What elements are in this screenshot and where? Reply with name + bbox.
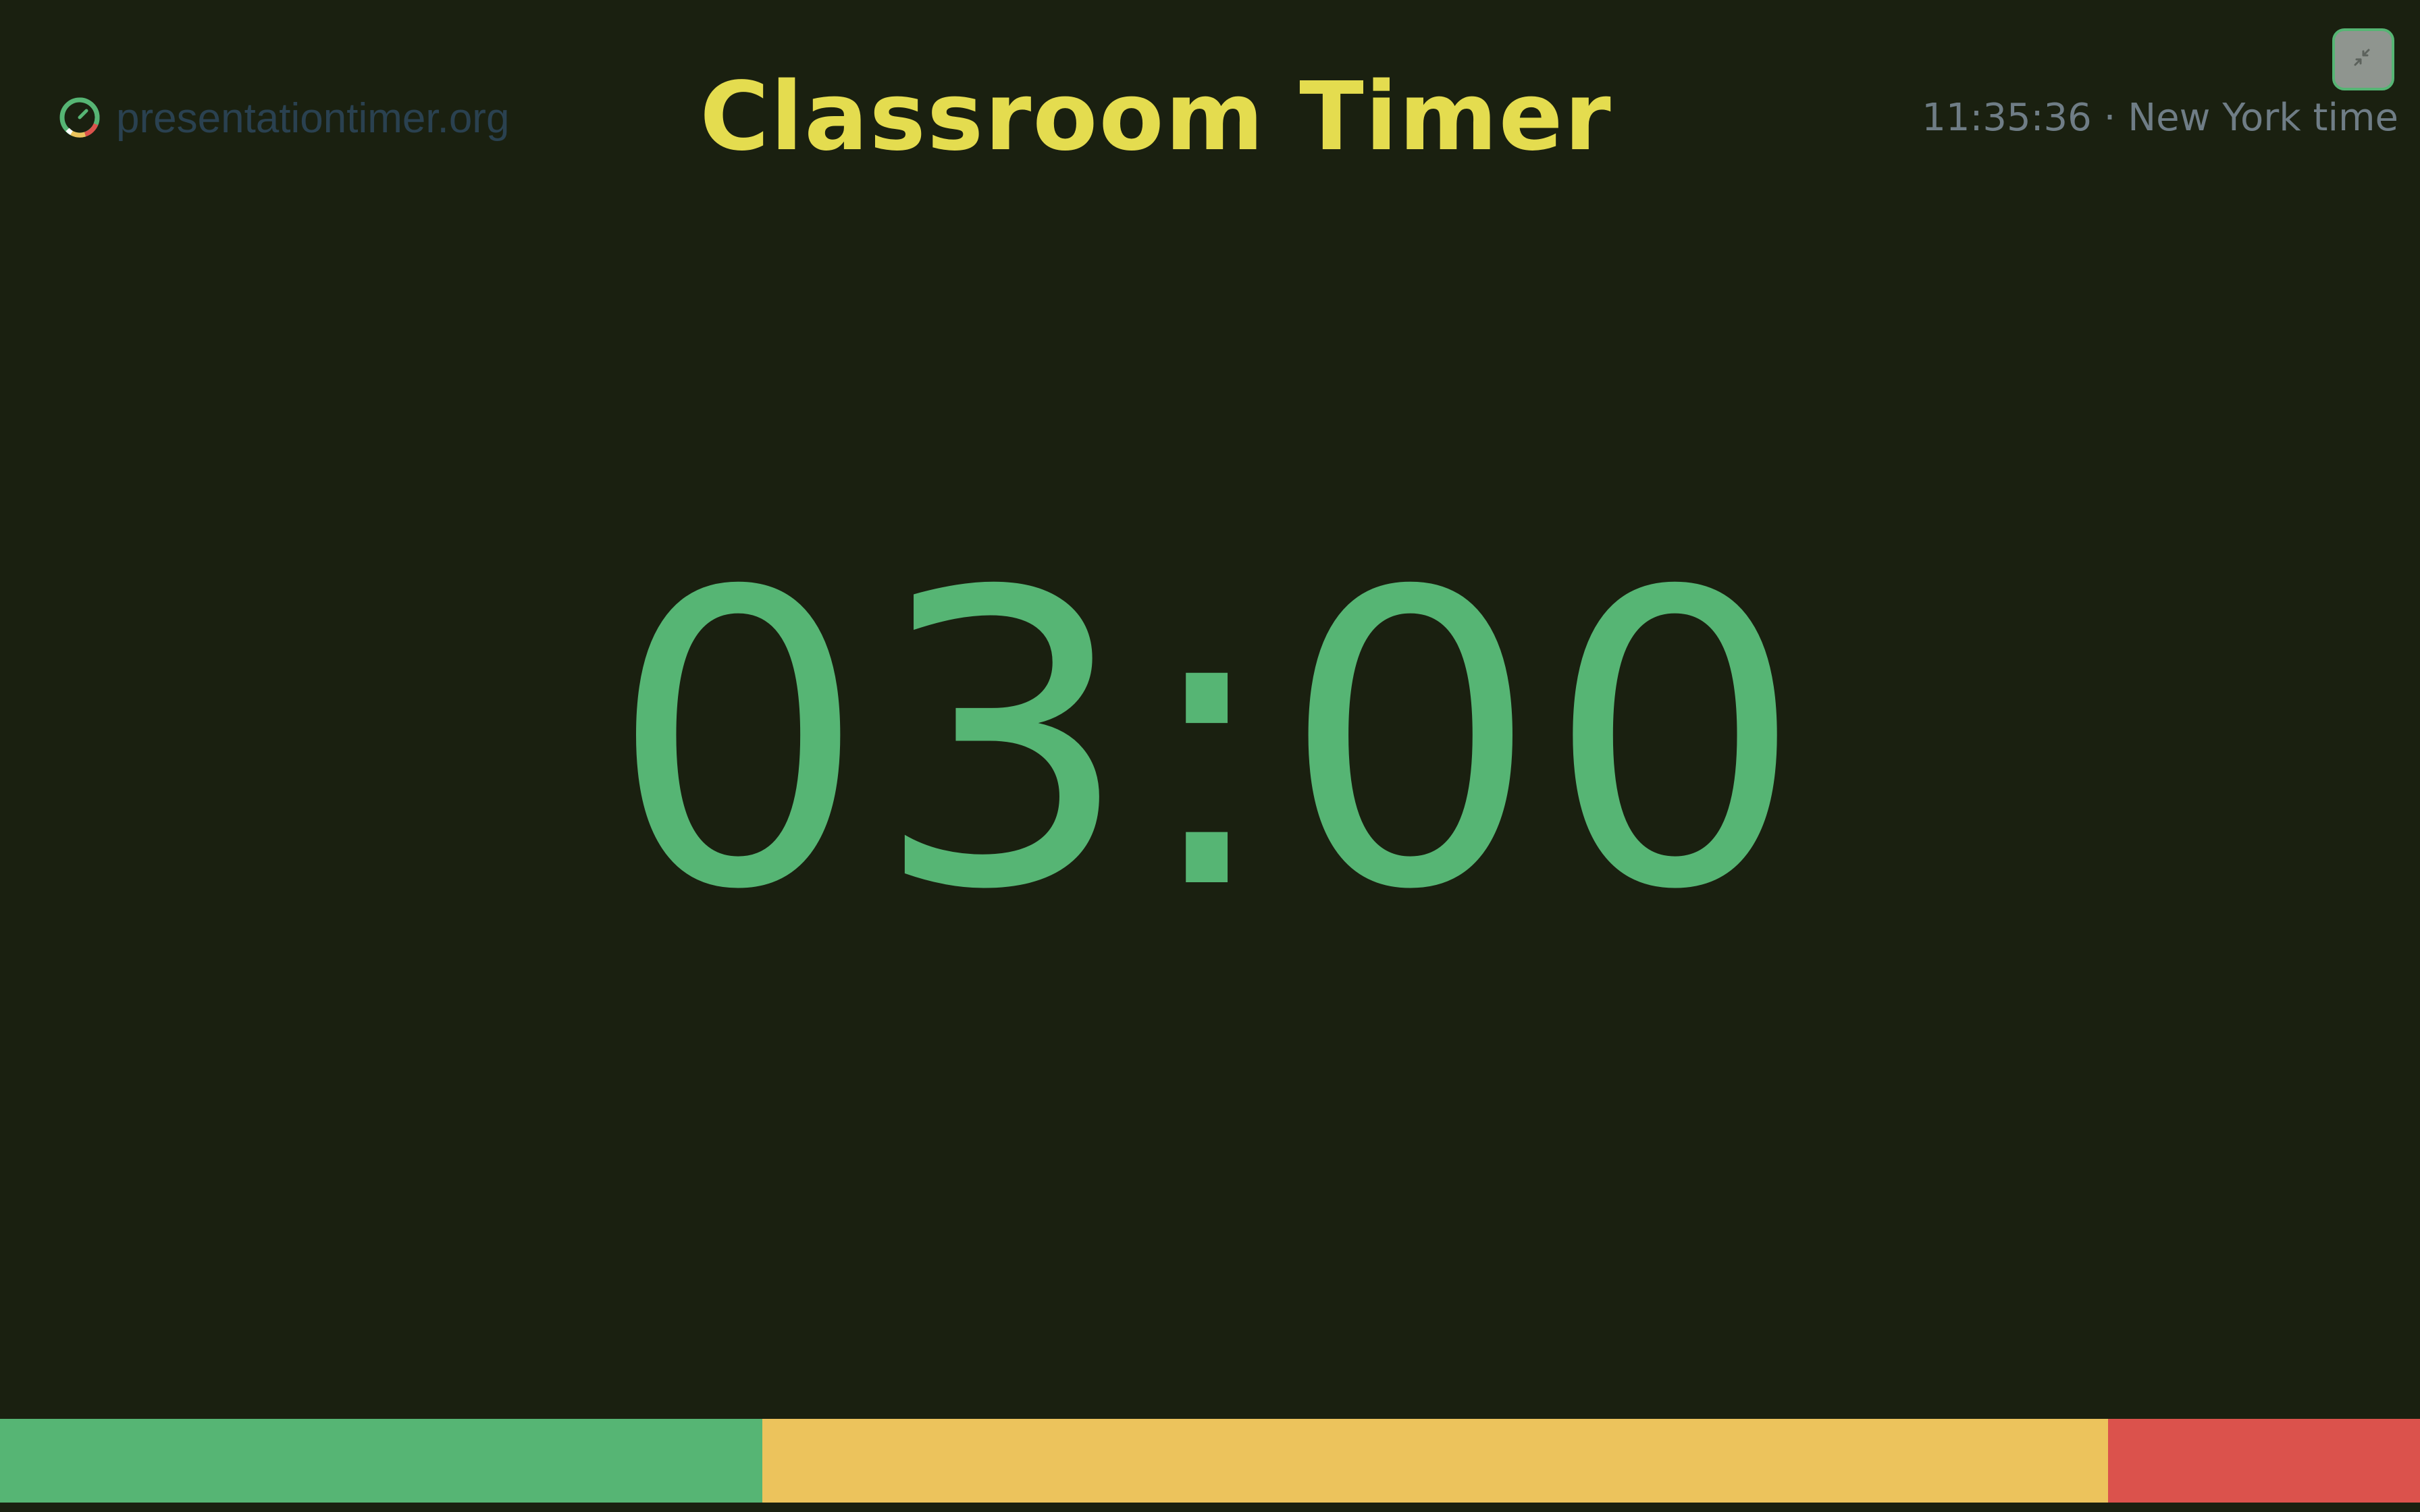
phase-segment-red	[2107, 1419, 2420, 1503]
phase-segment-green	[0, 1419, 762, 1503]
phase-segment-yellow	[762, 1419, 2108, 1503]
phase-progress-bar	[0, 1419, 2420, 1503]
exit-fullscreen-button[interactable]	[2332, 28, 2394, 90]
current-time: 11:35:36 · New York time	[1922, 96, 2398, 140]
countdown-display: 03:00	[609, 506, 1811, 978]
top-bar: presentationtimer.org Classroom Timer 11…	[0, 0, 2420, 202]
clock-separator: ·	[2103, 96, 2116, 140]
collapse-arrows-icon	[2348, 43, 2378, 76]
clock-time: 11:35:36	[1922, 96, 2092, 140]
clock-zone: New York time	[2128, 96, 2398, 140]
